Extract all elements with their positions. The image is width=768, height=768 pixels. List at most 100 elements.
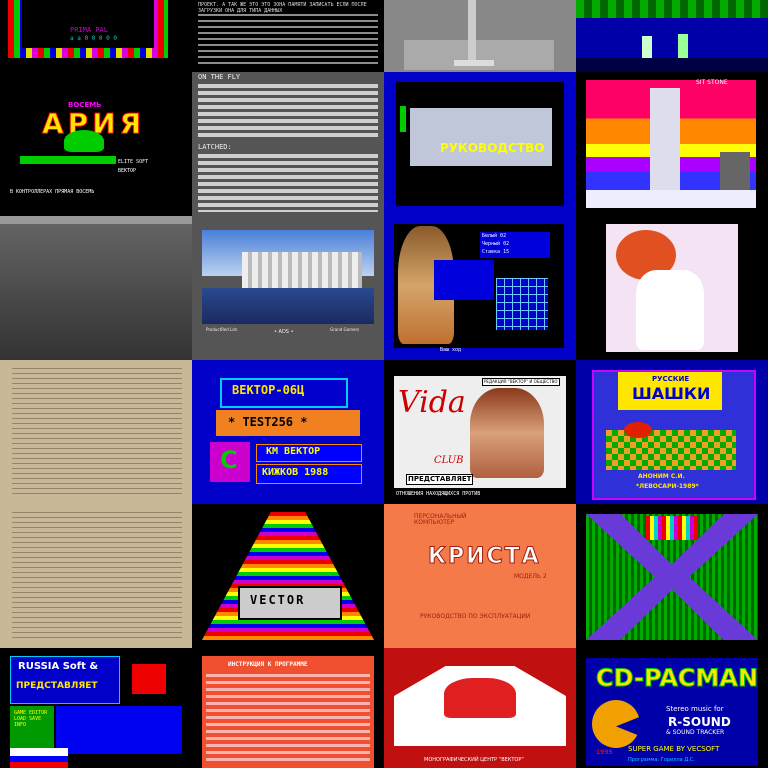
r3c3-year: *ЛЕВОСАРИ-1989* xyxy=(636,483,699,490)
tile-r5c2: МОНОГРАФИЧЕСКИЙ ЦЕНТР “ВЕКТОР” xyxy=(384,648,576,768)
r5c3-line4: SUPER GAME BY VECSOFT xyxy=(628,745,720,753)
screenshot-grid: PRIMA PAL a a 0 0 0 0 0 ПРОЕКТ. А ТАК ЖЕ… xyxy=(0,0,768,768)
r3c1-year: КИЖКОВ 1988 xyxy=(262,467,329,478)
checker-board xyxy=(606,430,736,470)
anime-body xyxy=(636,270,704,350)
tile-r0c3 xyxy=(576,0,768,72)
r3c3-title1: РУССКИЕ xyxy=(652,375,690,383)
tile-r3c0 xyxy=(0,360,192,504)
water xyxy=(202,288,374,324)
tile-r4c2: ПЕРСОНАЛЬНЫЙ КОМПЬЮТЕР КРИСТА МОДЕЛЬ 2 Р… xyxy=(384,504,576,648)
register-table-bottom xyxy=(198,154,378,212)
tile-r4c3 xyxy=(576,504,768,648)
r1c0-bottom: В КОНТРОЛЛЕРАХ ПРЯМАЯ ВОСЕМЬ xyxy=(10,189,95,195)
tile-r4c0 xyxy=(0,504,192,648)
r3c2-footer: ОТНОШЕНИЯ НАХОДЯЩИХСЯ ПРОТИВ xyxy=(396,491,481,497)
r2c2-score1: Белый 02 xyxy=(482,233,507,239)
green-mascot xyxy=(64,130,104,152)
r1c0-sub1: ELITE SOFT xyxy=(118,159,149,165)
r5c1-line1: ИНСТРУКЦИЯ К ПРОГРАММЕ xyxy=(228,661,308,668)
r2c2-footer: Ваш ход xyxy=(440,347,462,353)
thermometer-tower xyxy=(650,88,680,194)
r2c2-score3: Ставка 15 xyxy=(482,249,510,255)
tile-r1c3: SIT STONE xyxy=(576,72,768,216)
blue-blocks xyxy=(434,260,494,300)
r1c1-latched: LATCHED: xyxy=(198,143,232,151)
r3c1-title: ВЕКТОР-06Ц xyxy=(232,383,305,397)
register-table-top xyxy=(198,84,378,138)
r5c0-menu: GAME EDITOR LOAD SAVE INFO xyxy=(14,710,48,728)
r5c0-line2: ПРЕДСТАВЛЯЕТ xyxy=(16,681,98,691)
snow-ground xyxy=(586,190,756,208)
tile-r5c0: RUSSIA Soft & ПРЕДСТАВЛЯЕТ GAME EDITOR L… xyxy=(0,648,192,768)
r4c2-top: ПЕРСОНАЛЬНЫЙ КОМПЬЮТЕР xyxy=(414,513,467,526)
r3c2-brand: Vida xyxy=(398,385,466,420)
r3c2-presents: ПРЕДСТАВЛЯЕТ xyxy=(406,474,474,485)
tile-r3c3: РУССКИЕ ШАШКИ АНОНИМ С.И. *ЛЕВОСАРИ-1989… xyxy=(576,360,768,504)
r2c0-topbar xyxy=(0,216,192,224)
r0c1-text: ПРОЕКТ. А ТАК ЖЕ ЭТО ЭТО ЗОНА ПАМЯТИ ЗАП… xyxy=(198,2,367,14)
ground xyxy=(576,58,768,72)
palace xyxy=(242,252,362,288)
tile-r1c0: ВОСЕМЬ АРИЯ ELITE SOFT ВЕКТОР В КОНТРОЛЛ… xyxy=(0,72,192,216)
tile-r1c2: РУКОВОДСТВО xyxy=(384,72,576,216)
emblem-box xyxy=(132,664,166,694)
grey-pillar xyxy=(468,0,476,60)
fighter-left xyxy=(642,36,652,58)
r5c3-title: CD-PACMAN xyxy=(595,664,759,692)
r1c0-sub2: ВЕКТОР xyxy=(118,168,137,174)
green-foliage xyxy=(576,0,768,18)
r3c2-club: CLUB xyxy=(434,455,464,466)
r2c1-credit1: ProductRed Ldn xyxy=(206,327,238,332)
r1c2-green-bar xyxy=(400,106,406,132)
r5c0-line1: RUSSIA Soft & xyxy=(18,661,99,672)
typed-text-lines xyxy=(12,368,182,496)
r0c0-line1: PRIMA PAL xyxy=(70,26,108,34)
tile-r5c3: CD-PACMAN Stereo music for R-SOUND & SOU… xyxy=(576,648,768,768)
r1c3-label: SIT STONE xyxy=(696,79,728,86)
rainbow-pyramid xyxy=(202,512,374,640)
r5c3-line2: R-SOUND xyxy=(668,715,731,729)
r4c2-sub: РУКОВОДСТВО ПО ЭКСПЛУАТАЦИИ xyxy=(420,613,531,620)
r3c1-test: * TEST256 * xyxy=(228,415,308,429)
r3c3-title2: ШАШКИ xyxy=(632,384,711,403)
r3c1-logo: С xyxy=(220,446,238,474)
r5c3-line3: & SOUND TRACKER xyxy=(666,729,725,736)
tile-r3c2: Vida CLUB РЕДАКЦИЯ “ВЕКТОР” И ОБЩЕСТВО П… xyxy=(384,360,576,504)
r1c1-header: ON THE FLY xyxy=(198,73,241,81)
r4c1-label: VECTOR xyxy=(250,593,306,607)
r3c1-team: KM ВЕКТОР xyxy=(266,446,321,457)
game-board xyxy=(496,278,548,330)
r2c1-credit3: Grand Gamers xyxy=(330,327,360,332)
r3c3-author: АНОНИМ С.И. xyxy=(638,473,685,480)
flag-white xyxy=(10,748,68,756)
r5c3-line1: Stereo music for xyxy=(666,705,724,713)
tile-r3c1: ВЕКТОР-06Ц * TEST256 * С KM ВЕКТОР КИЖКО… xyxy=(192,360,384,504)
r1c2-picture xyxy=(410,108,552,166)
tile-r2c3 xyxy=(576,216,768,360)
r3c2-box: РЕДАКЦИЯ “ВЕКТОР” И ОБЩЕСТВО xyxy=(482,378,560,386)
flag-red xyxy=(10,762,68,768)
tile-r2c2: Белый 02 Черный 02 Ставка 15 Ваш ход xyxy=(384,216,576,360)
typed-text-lines-2 xyxy=(12,512,182,640)
tank-shape xyxy=(444,678,516,718)
grey-floor-strip xyxy=(454,60,494,66)
tile-r4c1: VECTOR xyxy=(192,504,384,648)
r5c3-year: 1995 xyxy=(596,749,613,756)
checker-piece xyxy=(624,422,652,438)
r1c2-caption: РУКОВОДСТВО xyxy=(440,141,545,155)
fighter-right xyxy=(678,34,688,58)
text-lines-texture xyxy=(198,14,378,64)
blue-panel xyxy=(56,706,182,754)
r2c1-credit2: • ADS • xyxy=(274,329,294,335)
r2c2-score2: Черный 02 xyxy=(482,241,510,247)
r5c3-credit: Программа: Горилла Д.С. xyxy=(628,757,695,763)
tile-r2c0 xyxy=(0,216,192,360)
r5c2-footer: МОНОГРАФИЧЕСКИЙ ЦЕНТР “ВЕКТОР” xyxy=(424,757,524,763)
tile-r5c1: ИНСТРУКЦИЯ К ПРОГРАММЕ xyxy=(192,648,384,768)
r4c2-brand: КРИСТА xyxy=(428,544,541,569)
tile-r0c1: ПРОЕКТ. А ТАК ЖЕ ЭТО ЭТО ЗОНА ПАМЯТИ ЗАП… xyxy=(192,0,384,72)
green-bar xyxy=(20,156,116,164)
r4c2-model: МОДЕЛЬ 2 xyxy=(514,573,547,580)
tile-r1c1: ON THE FLY LATCHED: xyxy=(192,72,384,216)
